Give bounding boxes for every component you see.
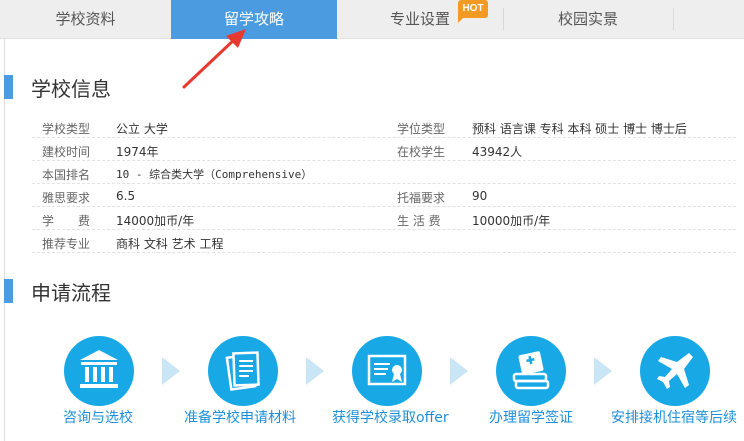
step-label: 办理留学签证 (489, 410, 573, 426)
step-arrow-icon (594, 357, 612, 385)
info-label: 生 活 费 (397, 214, 441, 228)
info-value: 10000加币/年 (472, 214, 551, 228)
info-row: 学 费 14000加币/年 生 活 费 10000加币/年 (32, 207, 736, 230)
info-label: 学位类型 (397, 122, 446, 136)
school-building-icon (80, 350, 118, 388)
step-label: 咨询与选校 (63, 410, 133, 426)
step-label: 安排接机住宿等后续 (611, 410, 737, 426)
airplane-icon (657, 353, 693, 389)
step-arrow-icon (162, 357, 180, 385)
info-value: 14000加币/年 (116, 214, 195, 228)
info-label: 建校时间 (42, 145, 91, 159)
info-value: 90 (472, 189, 488, 203)
info-value: 公立 大学 (116, 122, 168, 136)
info-value: 6.5 (116, 189, 136, 203)
info-row: 雅思要求 6.5 托福要求 90 (32, 184, 736, 207)
info-value: 预科 语言课 专科 本科 硕士 博士 博士后 (472, 122, 687, 136)
certificate-icon (367, 354, 407, 386)
step-arrow-icon (450, 357, 468, 385)
passport-books-icon (512, 351, 550, 390)
info-label: 在校学生 (397, 145, 446, 159)
school-info-table: 学校类型 公立 大学 学位类型 预科 语言课 专科 本科 硕士 博士 博士后 建… (32, 115, 736, 253)
step-pickup-housing[interactable] (640, 336, 710, 406)
tab-school-info[interactable]: 学校资料 (0, 0, 171, 39)
content-left-border (4, 39, 5, 441)
hot-badge: HOT (458, 0, 488, 23)
info-value: 商科 文科 艺术 工程 (116, 237, 224, 251)
info-row: 建校时间 1974年 在校学生 43942人 (32, 138, 736, 161)
step-label: 准备学校申请材料 (184, 410, 296, 426)
step-label: 获得学校录取offer (332, 410, 449, 426)
step-get-offer[interactable] (352, 336, 422, 406)
info-label: 本国排名 (42, 168, 91, 182)
tab-bar: 学校资料 留学攻略 专业设置 校园实景 (0, 0, 744, 39)
red-arrow-annotation (182, 29, 246, 89)
info-row: 推荐专业 商科 文科 艺术 工程 (32, 230, 736, 253)
step-visa[interactable] (496, 336, 566, 406)
info-value: 10 - 综合类大学（Comprehensive） (116, 168, 313, 181)
tab-divider (673, 8, 674, 30)
page: 学校资料 留学攻略 专业设置 校园实景 HOT 学校信息 学校类型 公立 大学 … (0, 0, 744, 441)
info-label: 学 费 (42, 214, 91, 228)
tab-campus-photos[interactable]: 校园实景 (503, 0, 673, 39)
section-title: 申请流程 (31, 281, 111, 305)
section-marker (4, 279, 13, 303)
info-label: 学校类型 (42, 122, 91, 136)
info-row: 学校类型 公立 大学 学位类型 预科 语言课 专科 本科 硕士 博士 博士后 (32, 115, 736, 138)
section-marker (4, 75, 13, 99)
step-arrow-icon (306, 357, 324, 385)
info-value: 1974年 (116, 145, 159, 159)
step-prepare-materials[interactable] (208, 336, 278, 406)
info-value: 43942人 (472, 145, 523, 159)
info-label: 托福要求 (397, 191, 446, 205)
info-label: 雅思要求 (42, 191, 91, 205)
section-title: 学校信息 (31, 77, 111, 101)
step-consult-select[interactable] (64, 336, 134, 406)
info-row: 本国排名 10 - 综合类大学（Comprehensive） (32, 161, 736, 184)
info-label: 推荐专业 (42, 237, 91, 251)
documents-icon (225, 351, 260, 391)
